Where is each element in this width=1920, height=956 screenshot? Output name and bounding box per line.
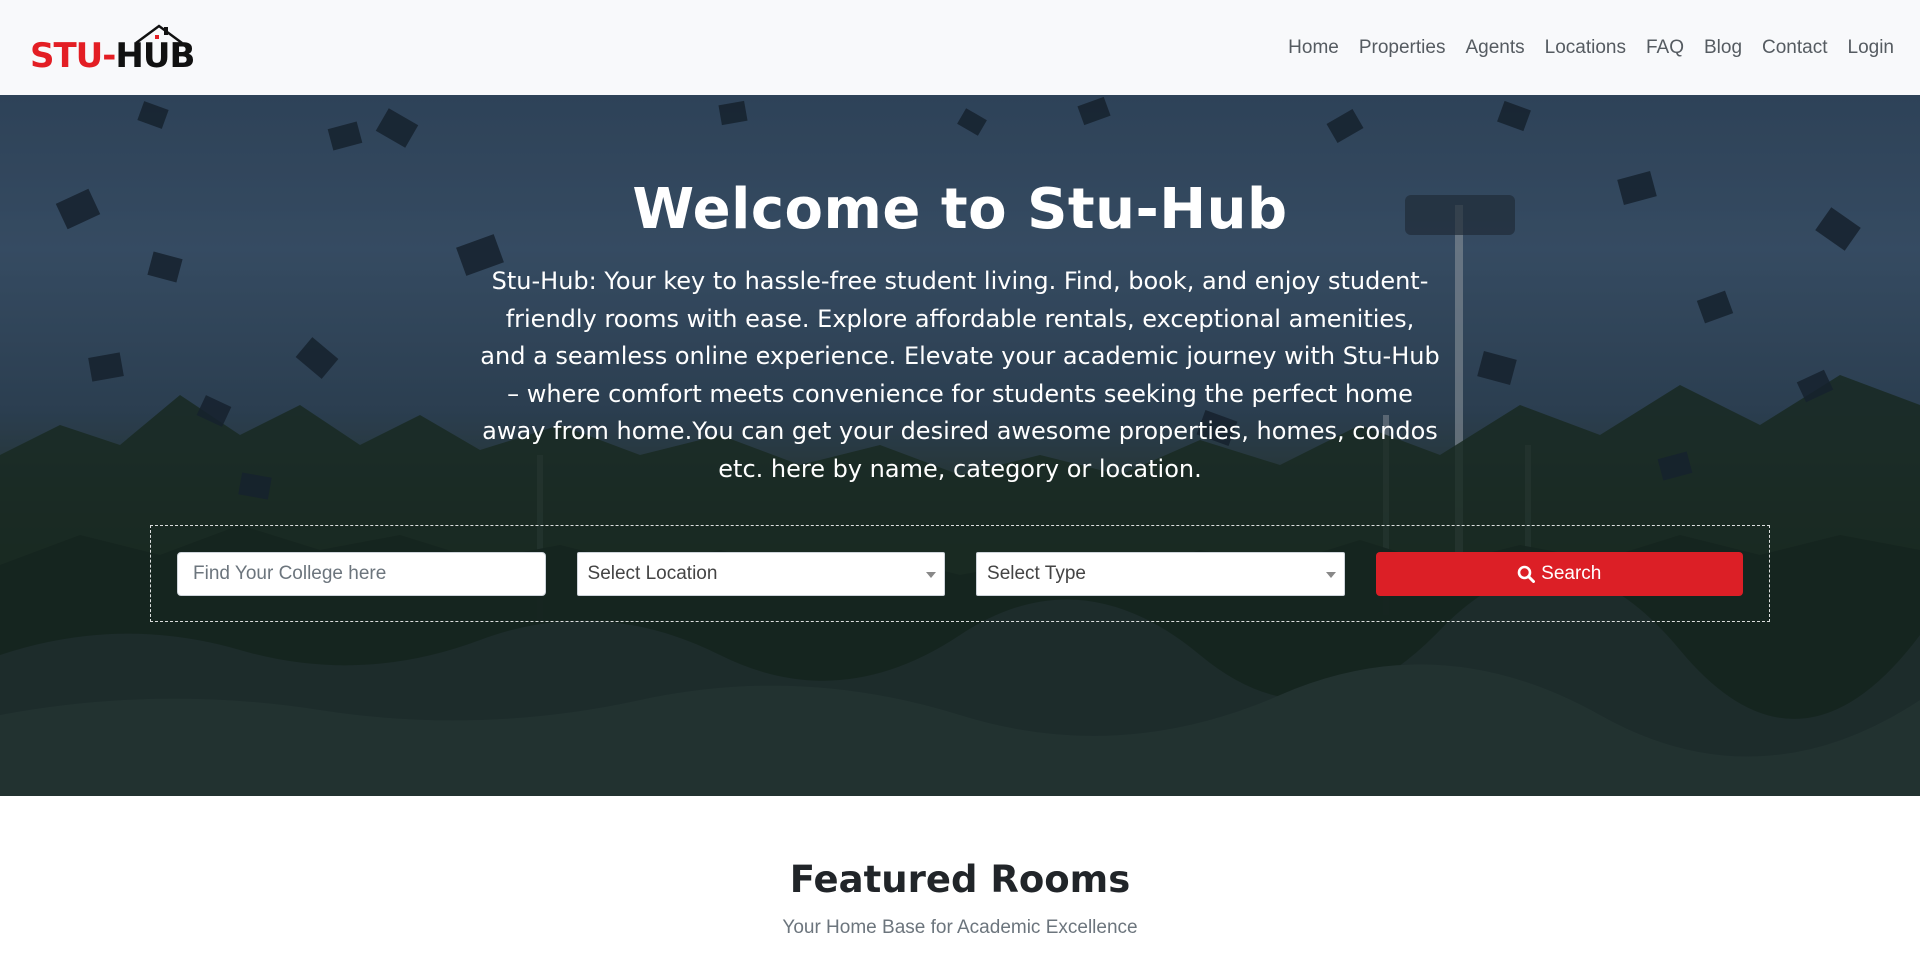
search-button[interactable]: Search xyxy=(1375,551,1743,596)
dropdown-arrow-icon xyxy=(926,571,937,578)
nav-contact[interactable]: Contact xyxy=(1752,37,1837,59)
nav-agents[interactable]: Agents xyxy=(1455,37,1534,59)
college-search-field[interactable] xyxy=(177,551,546,596)
nav-properties[interactable]: Properties xyxy=(1349,37,1456,59)
navbar: STU- HUB Home Properties Agents Locations… xyxy=(0,0,1920,95)
featured-rooms-title: Featured Rooms xyxy=(789,858,1131,901)
dropdown-arrow-icon xyxy=(1325,571,1336,578)
nav-blog[interactable]: Blog xyxy=(1694,37,1752,59)
hero-description: Stu-Hub: Your key to hassle-free student… xyxy=(480,267,1440,483)
nav-faq[interactable]: FAQ xyxy=(1636,37,1694,59)
featured-rooms-subtitle: Your Home Base for Academic Excellence xyxy=(782,917,1138,938)
search-icon xyxy=(1517,565,1536,583)
search-button-label: Search xyxy=(1541,562,1602,584)
site-logo[interactable]: STU- HUB xyxy=(30,23,195,76)
search-form: Select Location Select Type Search xyxy=(150,525,1770,622)
type-select-value: Select Type xyxy=(987,562,1086,584)
type-select[interactable]: Select Type xyxy=(976,551,1345,596)
main-nav: Home Properties Agents Locations FAQ Blo… xyxy=(1278,37,1894,59)
house-roof-icon xyxy=(135,23,183,44)
location-select[interactable]: Select Location xyxy=(576,551,946,596)
nav-login[interactable]: Login xyxy=(1838,37,1895,59)
hero-section: Welcome to Stu-Hub Stu-Hub: Your key to … xyxy=(0,95,1920,796)
hero-title: Welcome to Stu-Hub xyxy=(632,177,1288,242)
location-select-value: Select Location xyxy=(587,562,718,584)
nav-locations[interactable]: Locations xyxy=(1535,37,1636,59)
college-search-input[interactable] xyxy=(193,562,530,585)
nav-home[interactable]: Home xyxy=(1278,37,1349,59)
hero-content: Welcome to Stu-Hub Stu-Hub: Your key to … xyxy=(0,95,1920,796)
logo-text-stu: STU- xyxy=(30,35,116,76)
